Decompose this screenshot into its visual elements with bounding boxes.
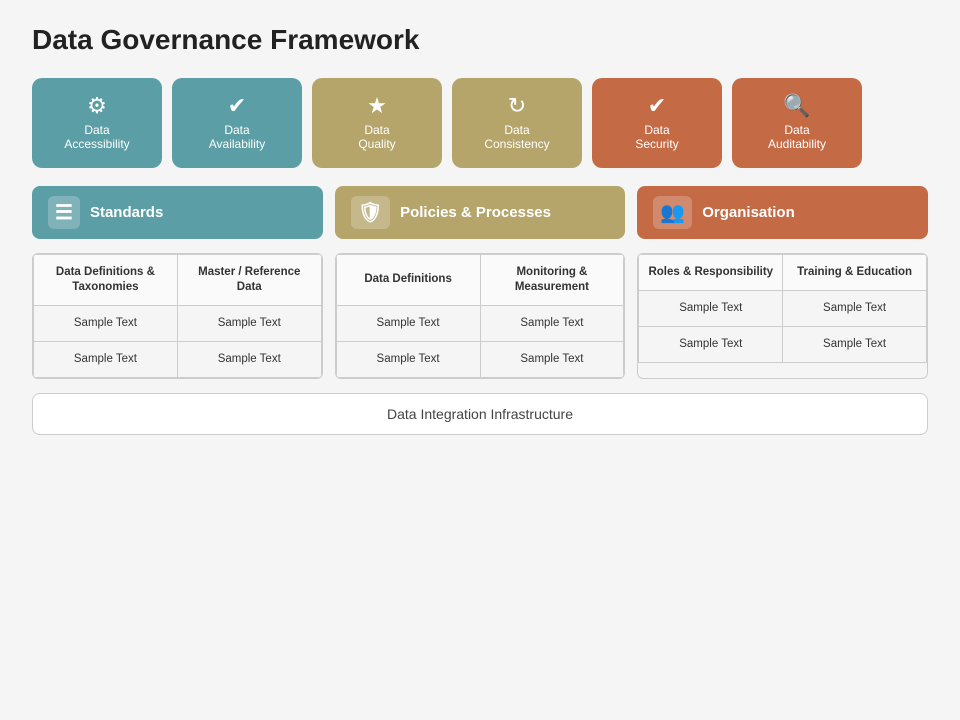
page-title: Data Governance Framework — [32, 24, 928, 56]
data-auditability-label: Data Auditability — [768, 123, 826, 151]
table-row-header-standards: Data Definitions & Taxonomies Master / R… — [34, 255, 322, 306]
data-consistency-icon: ↻ — [508, 95, 526, 117]
organisation-icon: 👥 — [653, 196, 692, 229]
icon-card-data-auditability: 🔍 Data Auditability — [732, 78, 862, 168]
table-row-2-organisation: Sample Text Sample Text — [639, 326, 927, 362]
col2-header-standards: Master / Reference Data — [177, 255, 321, 306]
col2-header-organisation: Training & Education — [783, 255, 927, 291]
icon-cards-row: ⚙ Data Accessibility ✔ Data Availability… — [32, 78, 928, 168]
grid-table-policies-processes: Data Definitions Monitoring & Measuremen… — [336, 254, 625, 378]
data-accessibility-icon: ⚙ — [87, 95, 107, 117]
data-accessibility-label: Data Accessibility — [64, 123, 129, 151]
icon-card-data-accessibility: ⚙ Data Accessibility — [32, 78, 162, 168]
grid-section-organisation: Roles & Responsibility Training & Educat… — [637, 253, 928, 379]
table-row-1-organisation: Sample Text Sample Text — [639, 290, 927, 326]
grid-section-policies-processes: Data Definitions Monitoring & Measuremen… — [335, 253, 626, 379]
col2-row2-organisation: Sample Text — [783, 326, 927, 362]
col2-row1-policies-processes: Sample Text — [480, 305, 624, 341]
grid-table-standards: Data Definitions & Taxonomies Master / R… — [33, 254, 322, 378]
policies-processes-label: Policies & Processes — [400, 204, 551, 221]
section-header-policies-processes: 🛡 Policies & Processes — [335, 186, 626, 239]
icon-card-data-security: ✔ Data Security — [592, 78, 722, 168]
col1-row2-standards: Sample Text — [34, 341, 178, 377]
data-security-icon: ✔ — [648, 95, 666, 117]
col1-row1-standards: Sample Text — [34, 305, 178, 341]
col1-row2-policies-processes: Sample Text — [336, 341, 480, 377]
table-row-header-policies-processes: Data Definitions Monitoring & Measuremen… — [336, 255, 624, 306]
col2-row2-policies-processes: Sample Text — [480, 341, 624, 377]
table-row-2-standards: Sample Text Sample Text — [34, 341, 322, 377]
table-row-1-standards: Sample Text Sample Text — [34, 305, 322, 341]
data-auditability-icon: 🔍 — [783, 95, 810, 117]
data-availability-label: Data Availability — [209, 123, 265, 151]
icon-card-data-quality: ★ Data Quality — [312, 78, 442, 168]
col1-row2-organisation: Sample Text — [639, 326, 783, 362]
col2-row1-organisation: Sample Text — [783, 290, 927, 326]
icon-card-data-consistency: ↻ Data Consistency — [452, 78, 582, 168]
grid-section-standards: Data Definitions & Taxonomies Master / R… — [32, 253, 323, 379]
grid-table-organisation: Roles & Responsibility Training & Educat… — [638, 254, 927, 363]
policies-processes-icon: 🛡 — [351, 196, 390, 229]
standards-icon: ☰ — [48, 196, 80, 229]
icon-card-data-availability: ✔ Data Availability — [172, 78, 302, 168]
table-row-1-policies-processes: Sample Text Sample Text — [336, 305, 624, 341]
col1-header-policies-processes: Data Definitions — [336, 255, 480, 306]
col1-row1-organisation: Sample Text — [639, 290, 783, 326]
col2-row2-standards: Sample Text — [177, 341, 321, 377]
data-quality-label: Data Quality — [358, 123, 395, 151]
col1-header-organisation: Roles & Responsibility — [639, 255, 783, 291]
section-header-standards: ☰ Standards — [32, 186, 323, 239]
table-row-header-organisation: Roles & Responsibility Training & Educat… — [639, 255, 927, 291]
data-security-label: Data Security — [635, 123, 678, 151]
col2-header-policies-processes: Monitoring & Measurement — [480, 255, 624, 306]
footer-bar: Data Integration Infrastructure — [32, 393, 928, 435]
data-consistency-label: Data Consistency — [484, 123, 549, 151]
data-availability-icon: ✔ — [228, 95, 246, 117]
organisation-label: Organisation — [702, 204, 795, 221]
data-quality-icon: ★ — [367, 95, 387, 117]
col2-row1-standards: Sample Text — [177, 305, 321, 341]
table-row-2-policies-processes: Sample Text Sample Text — [336, 341, 624, 377]
col1-header-standards: Data Definitions & Taxonomies — [34, 255, 178, 306]
section-headers-row: ☰ Standards 🛡 Policies & Processes 👥 Org… — [32, 186, 928, 239]
grids-row: Data Definitions & Taxonomies Master / R… — [32, 253, 928, 379]
standards-label: Standards — [90, 204, 163, 221]
col1-row1-policies-processes: Sample Text — [336, 305, 480, 341]
section-header-organisation: 👥 Organisation — [637, 186, 928, 239]
